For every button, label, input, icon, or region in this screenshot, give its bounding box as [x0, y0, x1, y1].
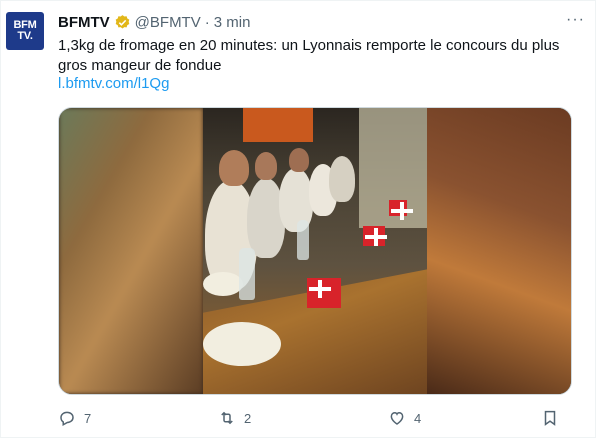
tweet-card[interactable]: BFM TV. BFMTV @BFMTV · 3 min ··· 1,3kg d…: [0, 0, 596, 438]
avatar[interactable]: BFM TV.: [6, 12, 44, 50]
blurred-right-background: [427, 108, 571, 394]
bookmark-icon: [544, 410, 556, 426]
video-thumbnail[interactable]: [58, 107, 572, 395]
more-options-icon[interactable]: ···: [566, 11, 585, 29]
contestant-3-head: [289, 148, 309, 172]
avatar-text-line2: TV.: [17, 30, 33, 42]
contestant-2-head: [255, 152, 277, 180]
verified-badge-icon: [115, 14, 129, 29]
contestant-5: [329, 156, 355, 202]
tweet-text: 1,3kg de fromage en 20 minutes: un Lyonn…: [58, 37, 560, 74]
reply-icon: [60, 411, 74, 427]
tweet-header: BFMTV @BFMTV · 3 min: [58, 12, 581, 32]
bookmark-button[interactable]: [541, 409, 559, 427]
retweet-icon: [221, 411, 233, 425]
retweet-button[interactable]: 2: [218, 409, 251, 427]
separator-dot: ·: [204, 13, 210, 31]
water-bottle-2: [297, 220, 309, 260]
blurred-left-background: [59, 108, 203, 394]
retweet-count: 2: [244, 410, 252, 426]
like-button[interactable]: 4: [388, 409, 421, 427]
plate-2: [203, 272, 243, 296]
swiss-flag-2: [363, 226, 387, 246]
water-bottle-1: [239, 248, 255, 300]
plate-1: [203, 322, 281, 366]
like-count: 4: [414, 410, 422, 426]
reply-count: 7: [84, 410, 92, 426]
swiss-flag-1: [307, 278, 341, 308]
tweet-link[interactable]: l.bfmtv.com/l1Qg: [58, 75, 169, 92]
restaurant-banner: [243, 108, 313, 142]
heart-icon: [390, 411, 404, 425]
contestant-1-head: [219, 150, 249, 186]
swiss-flag-3: [389, 200, 413, 220]
video-frame: [203, 108, 429, 394]
tweet-actions: 7 2 4: [58, 405, 572, 431]
display-name[interactable]: BFMTV: [58, 14, 110, 31]
user-handle[interactable]: @BFMTV: [135, 14, 201, 31]
reply-button[interactable]: 7: [58, 409, 91, 427]
timestamp[interactable]: 3 min: [214, 14, 251, 31]
